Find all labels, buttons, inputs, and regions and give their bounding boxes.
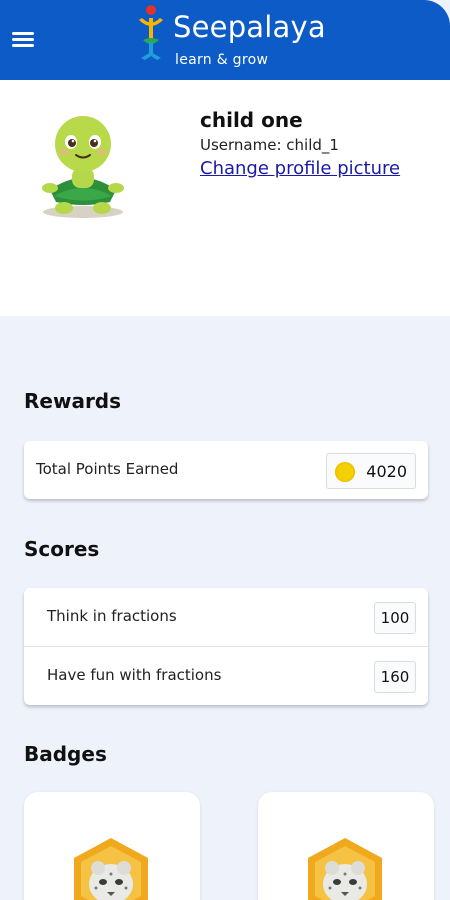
brand-name: Seepalaya bbox=[173, 10, 326, 44]
coin-icon bbox=[335, 462, 355, 482]
rewards-card: Total Points Earned 4020 bbox=[24, 441, 428, 499]
brand-tagline: learn & grow bbox=[175, 52, 269, 68]
badges-heading: Badges bbox=[24, 742, 107, 766]
snow-leopard-badge-icon bbox=[308, 838, 382, 900]
menu-button[interactable] bbox=[10, 28, 36, 52]
profile-section: child one Username: child_1 Change profi… bbox=[0, 80, 450, 316]
score-row[interactable]: Have fun with fractions 160 bbox=[24, 646, 428, 704]
seepalaya-logo-icon bbox=[139, 5, 163, 60]
app-header: Seepalaya learn & grow bbox=[0, 0, 450, 80]
scores-heading: Scores bbox=[24, 537, 100, 561]
rewards-heading: Rewards bbox=[24, 389, 122, 413]
profile-display-name: child one bbox=[200, 108, 303, 132]
change-profile-picture-link[interactable]: Change profile picture bbox=[200, 158, 400, 179]
score-row[interactable]: Think in fractions 100 bbox=[24, 588, 428, 646]
points-value: 4020 bbox=[366, 462, 407, 481]
hamburger-menu-icon bbox=[12, 32, 34, 35]
total-points-label: Total Points Earned bbox=[36, 460, 179, 478]
badge-card[interactable] bbox=[24, 792, 200, 900]
turtle-avatar[interactable] bbox=[38, 110, 128, 220]
hamburger-line bbox=[12, 38, 34, 41]
total-points-row: Total Points Earned 4020 bbox=[24, 441, 428, 499]
hamburger-line bbox=[12, 44, 34, 47]
profile-username: Username: child_1 bbox=[200, 136, 339, 154]
scores-card: Think in fractions 100 Have fun with fra… bbox=[24, 588, 428, 705]
snow-leopard-badge-icon bbox=[74, 838, 148, 900]
score-label: Have fun with fractions bbox=[47, 666, 222, 684]
score-value: 160 bbox=[374, 661, 416, 693]
badge-card[interactable] bbox=[258, 792, 434, 900]
brand-logo[interactable]: Seepalaya learn & grow bbox=[133, 2, 333, 76]
score-label: Think in fractions bbox=[47, 607, 177, 625]
points-badge: 4020 bbox=[326, 453, 416, 489]
score-value: 100 bbox=[374, 602, 416, 634]
